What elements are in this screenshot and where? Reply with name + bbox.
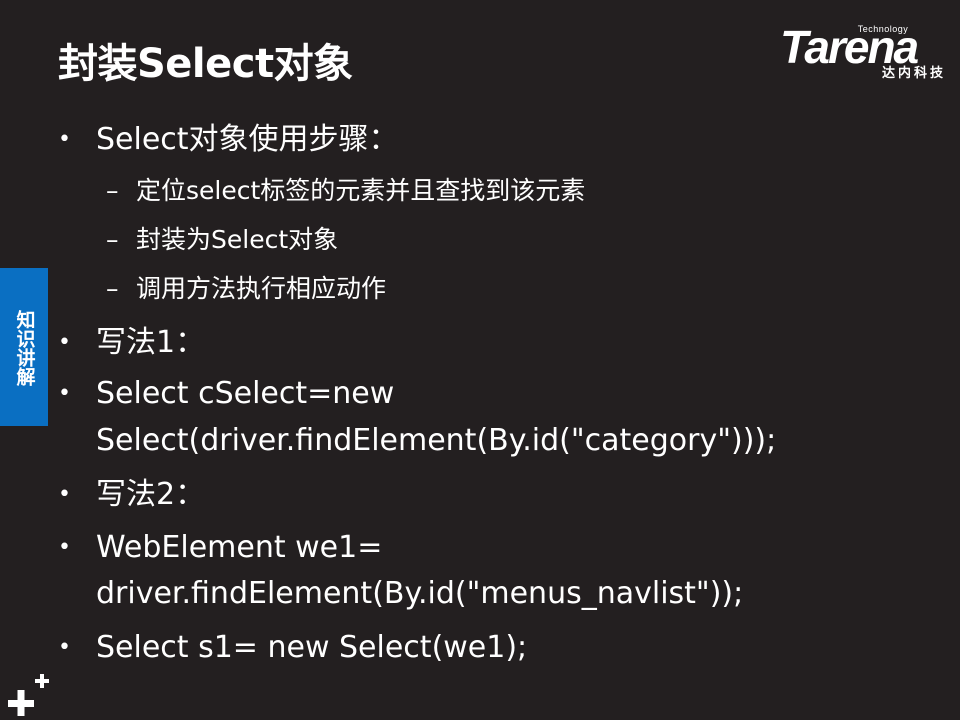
slide-title: 封装Select对象 — [58, 41, 353, 87]
bullet-icon: • — [58, 381, 71, 406]
side-tab: 知识讲解 — [0, 268, 48, 426]
dash-icon: – — [106, 176, 119, 205]
bullet-text: WebElement we1= — [96, 530, 383, 565]
logo-chinese: 达内科技 — [881, 66, 946, 81]
dash-icon: – — [106, 274, 119, 303]
bullet-text: Select s1= new Select(we1); — [96, 630, 528, 665]
bullet-text: Select对象使用步骤： — [96, 122, 399, 157]
bullet-icon: • — [58, 127, 71, 152]
logo-wordmark: Tarena — [780, 21, 919, 73]
sub-bullet-text: 调用方法执行相应动作 — [136, 274, 387, 303]
dash-icon: – — [106, 225, 119, 254]
bullet-icon: • — [58, 482, 71, 507]
side-tab-label: 知识讲解 — [13, 310, 36, 386]
slide: 封装Select对象 Technology Tarena 达内科技 知识讲解 •… — [0, 0, 960, 720]
bullet-text: Select cSelect=new — [96, 376, 395, 411]
sub-bullet-text: 封装为Select对象 — [136, 225, 339, 254]
bullet-text: 写法1： — [96, 325, 206, 360]
bullet-text: Select(driver.findElement(By.id("categor… — [96, 423, 777, 458]
bullet-icon: • — [58, 635, 71, 660]
bullet-text: 写法2： — [96, 477, 206, 512]
sub-bullet-text: 定位select标签的元素并且查找到该元素 — [136, 176, 586, 205]
plus-plus-icon — [8, 674, 49, 716]
bullet-text: driver.findElement(By.id("menus_navlist"… — [96, 576, 744, 611]
bullet-icon: • — [58, 330, 71, 355]
bullet-icon: • — [58, 535, 71, 560]
tarena-logo: Technology Tarena 达内科技 — [780, 22, 946, 84]
